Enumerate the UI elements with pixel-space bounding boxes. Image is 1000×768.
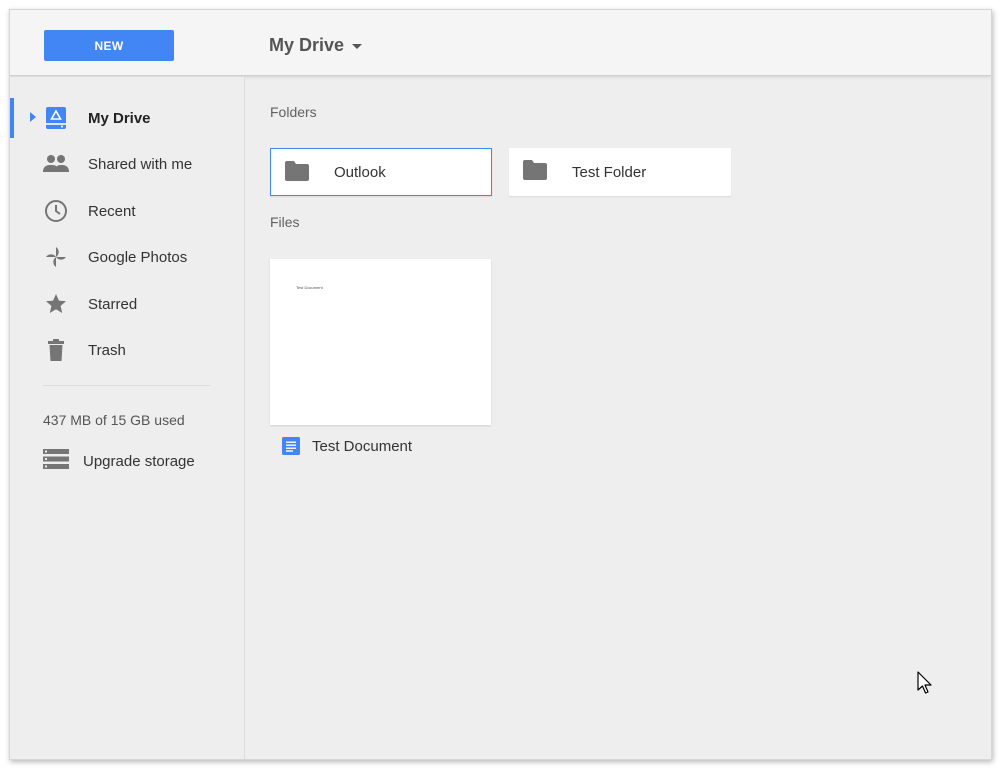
sidebar: My Drive Shared with me Recent Google Ph…	[10, 77, 245, 759]
sidebar-item-my-drive[interactable]: My Drive	[10, 98, 244, 138]
sidebar-item-label: Recent	[88, 202, 136, 220]
file-thumbnail: Test Document	[270, 259, 491, 425]
sidebar-item-label: Trash	[88, 341, 126, 359]
folder-outlook[interactable]: Outlook	[270, 148, 492, 196]
upgrade-storage-label: Upgrade storage	[83, 452, 195, 470]
trash-icon	[43, 337, 69, 363]
page-title: My Drive	[269, 34, 345, 55]
storage-usage-text: 437 MB of 15 GB used	[43, 412, 185, 428]
file-card-test-document[interactable]: Test Document Test Document	[270, 259, 491, 468]
clock-icon	[43, 198, 69, 224]
sidebar-item-shared[interactable]: Shared with me	[10, 144, 244, 184]
google-docs-icon	[282, 437, 300, 460]
people-icon	[43, 151, 69, 177]
active-indicator	[10, 98, 14, 138]
star-icon	[43, 291, 69, 317]
sidebar-item-label: Google Photos	[88, 248, 188, 266]
files-heading: Files	[270, 214, 300, 230]
folder-name: Outlook	[334, 163, 386, 181]
sidebar-item-google-photos[interactable]: Google Photos	[10, 237, 244, 277]
sidebar-item-label: My Drive	[88, 109, 151, 127]
folder-icon	[523, 160, 547, 185]
folder-name: Test Folder	[572, 163, 647, 181]
drive-window: NEW My Drive My Drive Shared with me Rec…	[9, 9, 992, 760]
mouse-cursor-icon	[917, 671, 933, 700]
sidebar-divider	[43, 385, 210, 386]
storage-icon	[43, 448, 69, 475]
my-drive-icon	[43, 105, 69, 131]
sidebar-item-starred[interactable]: Starred	[10, 284, 244, 324]
sidebar-item-label: Starred	[88, 295, 138, 313]
folder-icon	[285, 161, 309, 186]
folder-test-folder[interactable]: Test Folder	[509, 148, 731, 196]
thumbnail-text: Test Document	[296, 285, 323, 290]
my-drive-dropdown[interactable]: My Drive	[269, 32, 363, 58]
top-bar: NEW My Drive	[10, 10, 991, 76]
file-name: Test Document	[312, 438, 413, 455]
folders-heading: Folders	[270, 104, 317, 120]
file-name-row: Test Document	[270, 425, 491, 468]
caret-down-icon	[352, 43, 363, 49]
expand-arrow-icon[interactable]	[30, 112, 36, 122]
sidebar-item-recent[interactable]: Recent	[10, 191, 244, 231]
sidebar-item-label: Shared with me	[88, 155, 193, 173]
sidebar-item-trash[interactable]: Trash	[10, 330, 244, 370]
upgrade-storage-link[interactable]: Upgrade storage	[10, 441, 244, 481]
new-button[interactable]: NEW	[44, 30, 174, 61]
pinwheel-icon	[43, 244, 69, 270]
main-content: Folders Outlook Test Folder Files Test D…	[246, 77, 991, 759]
